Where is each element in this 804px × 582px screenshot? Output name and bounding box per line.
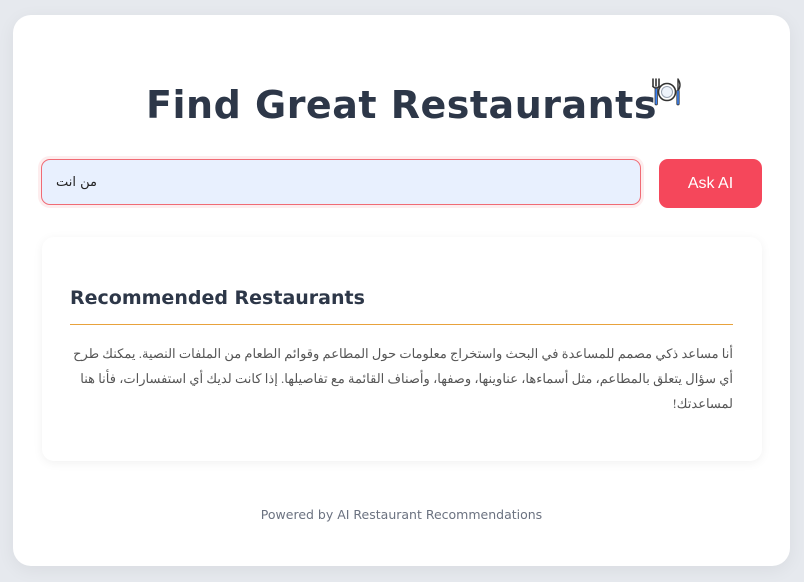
page-title: Find Great Restaurants	[146, 83, 657, 127]
search-input[interactable]	[41, 159, 641, 205]
plate-cutlery-icon	[651, 78, 681, 106]
footer-text: Powered by AI Restaurant Recommendations	[260, 507, 543, 522]
results-divider	[70, 324, 733, 325]
results-heading: Recommended Restaurants	[70, 287, 365, 309]
results-panel: Recommended Restaurants أنا مساعد ذكي مص…	[42, 237, 762, 461]
main-card: Find Great Restaurants Ask AI Recommende…	[13, 15, 790, 566]
ask-ai-button[interactable]: Ask AI	[659, 159, 762, 208]
results-text: أنا مساعد ذكي مصمم للمساعدة في البحث واس…	[73, 346, 733, 411]
